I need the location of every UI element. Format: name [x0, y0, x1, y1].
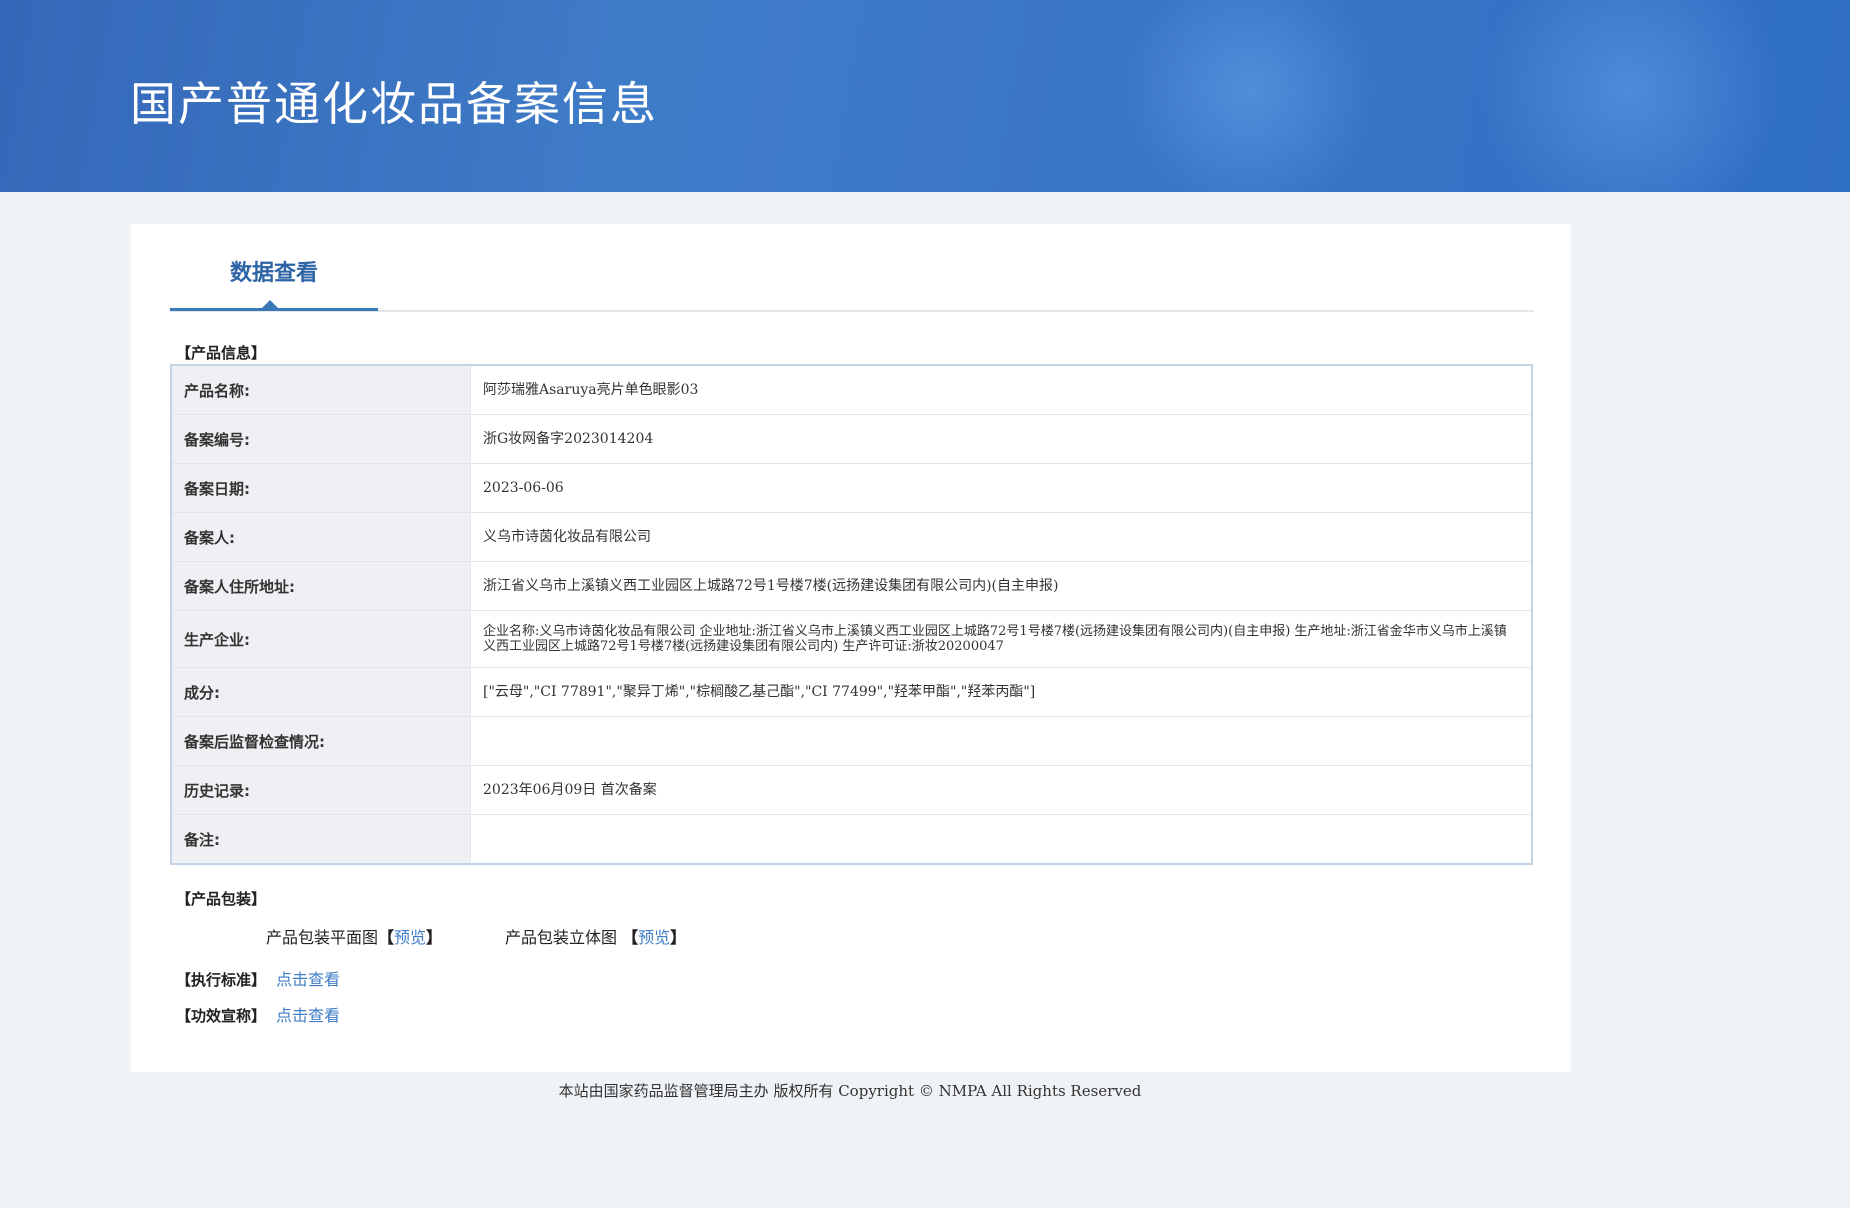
row-label: 备案日期:	[171, 463, 471, 513]
bracket-open: 【	[622, 928, 639, 947]
row-label: 历史记录:	[171, 765, 471, 815]
page-title: 国产普通化妆品备案信息	[130, 77, 658, 131]
standard-item: 【执行标准】 点击查看	[176, 966, 340, 990]
table-row: 备案人住所地址: 浙江省义乌市上溪镇义西工业园区上城路72号1号楼7楼(远扬建设…	[171, 561, 1532, 611]
banner-glow	[1480, 0, 1780, 192]
content-card: 数据查看 【产品信息】 产品名称: 阿莎瑞雅Asaruya亮片单色眼影03 备案…	[131, 224, 1571, 1072]
row-value: 浙江省义乌市上溪镇义西工业园区上城路72号1号楼7楼(远扬建设集团有限公司内)(…	[470, 561, 1532, 611]
table-row: 成分: ["云母","CI 77891","聚异丁烯","棕榈酸乙基己酯","C…	[171, 667, 1532, 717]
site-footer: 本站由国家药品监督管理局主办 版权所有 Copyright © NMPA All…	[558, 1082, 1142, 1100]
efficacy-label: 【功效宣称】	[176, 1007, 267, 1025]
tab-bar: 数据查看	[170, 224, 1534, 312]
tab-data-view[interactable]: 数据查看	[170, 224, 378, 311]
table-row: 生产企业: 企业名称:义乌市诗茵化妆品有限公司 企业地址:浙江省义乌市上溪镇义西…	[171, 610, 1532, 668]
packaging-flat-label: 产品包装平面图	[266, 928, 379, 947]
table-row: 备案人: 义乌市诗茵化妆品有限公司	[171, 512, 1532, 562]
row-value	[470, 814, 1532, 865]
row-value: 企业名称:义乌市诗茵化妆品有限公司 企业地址:浙江省义乌市上溪镇义西工业园区上城…	[470, 610, 1532, 668]
header-banner: 国产普通化妆品备案信息	[0, 0, 1850, 192]
row-value: 2023-06-06	[470, 463, 1532, 513]
standard-label: 【执行标准】	[176, 971, 267, 989]
packaging-stereo-item: 产品包装立体图 【预览】	[505, 924, 686, 948]
packaging-flat-preview-link[interactable]: 预览	[394, 928, 426, 947]
row-label: 备案人:	[171, 512, 471, 562]
table-row: 历史记录: 2023年06月09日 首次备案	[171, 765, 1532, 815]
bracket-close: 】	[426, 928, 443, 947]
banner-glow	[1120, 0, 1380, 192]
row-label: 备案人住所地址:	[171, 561, 471, 611]
product-info-title: 【产品信息】	[176, 344, 267, 362]
row-value: 义乌市诗茵化妆品有限公司	[470, 512, 1532, 562]
packaging-stereo-label: 产品包装立体图	[505, 928, 618, 947]
row-value	[470, 716, 1532, 766]
row-label: 产品名称:	[171, 365, 471, 415]
row-label: 备注:	[171, 814, 471, 865]
packaging-title: 【产品包装】	[176, 890, 267, 908]
row-label: 生产企业:	[171, 610, 471, 668]
table-row: 备案后监督检查情况:	[171, 716, 1532, 766]
efficacy-item: 【功效宣称】 点击查看	[176, 1002, 340, 1026]
bracket-close: 】	[670, 928, 687, 947]
table-row: 产品名称: 阿莎瑞雅Asaruya亮片单色眼影03	[171, 365, 1532, 415]
standard-view-link[interactable]: 点击查看	[276, 970, 340, 989]
bracket-open: 【	[378, 928, 395, 947]
row-label: 备案后监督检查情况:	[171, 716, 471, 766]
product-info-table: 产品名称: 阿莎瑞雅Asaruya亮片单色眼影03 备案编号: 浙G妆网备字20…	[170, 364, 1533, 865]
tab-active-caret-icon	[262, 300, 278, 308]
row-value: 浙G妆网备字2023014204	[470, 414, 1532, 464]
packaging-flat-item: 产品包装平面图【预览】	[266, 924, 442, 948]
efficacy-view-link[interactable]: 点击查看	[276, 1006, 340, 1025]
table-row: 备案日期: 2023-06-06	[171, 463, 1532, 513]
row-value: 2023年06月09日 首次备案	[470, 765, 1532, 815]
tab-label: 数据查看	[229, 261, 318, 286]
row-label: 成分:	[171, 667, 471, 717]
table-row: 备注:	[171, 814, 1532, 865]
table-row: 备案编号: 浙G妆网备字2023014204	[171, 414, 1532, 464]
row-value: 阿莎瑞雅Asaruya亮片单色眼影03	[470, 365, 1532, 415]
row-value: ["云母","CI 77891","聚异丁烯","棕榈酸乙基己酯","CI 77…	[470, 667, 1532, 717]
row-label: 备案编号:	[171, 414, 471, 464]
packaging-stereo-preview-link[interactable]: 预览	[638, 928, 670, 947]
